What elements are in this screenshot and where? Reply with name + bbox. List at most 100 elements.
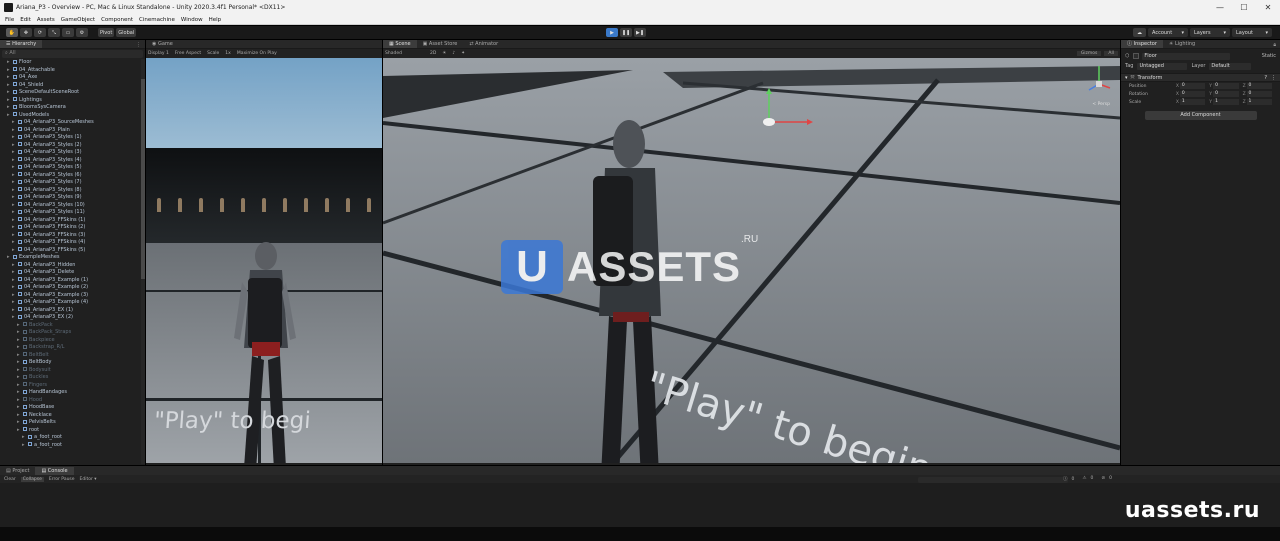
play-button[interactable]: ▶ bbox=[606, 28, 618, 37]
hierarchy-item[interactable]: ▸ 04_ArianaP3_Styles (8) bbox=[0, 187, 145, 195]
hierarchy-item[interactable]: ▸ a_foot_root bbox=[0, 442, 145, 450]
shading-dropdown[interactable]: Shaded bbox=[385, 51, 402, 56]
hierarchy-item[interactable]: ▸ Hood bbox=[0, 397, 145, 405]
pivot-toggle[interactable]: Pivot bbox=[98, 28, 115, 37]
hierarchy-item[interactable]: ▸ 04_Axe bbox=[0, 74, 145, 82]
tab-inspector[interactable]: ⓘ Inspector bbox=[1121, 40, 1163, 48]
hierarchy-item[interactable]: ▸ 04_ArianaP3_Example (1) bbox=[0, 277, 145, 285]
close-button[interactable]: ✕ bbox=[1256, 3, 1280, 12]
hierarchy-item[interactable]: ▸ Necklace bbox=[0, 412, 145, 420]
menu-assets[interactable]: Assets bbox=[37, 17, 55, 23]
hierarchy-item[interactable]: ▸ 04_ArianaP3_Styles (5) bbox=[0, 164, 145, 172]
hierarchy-item[interactable]: ▸ 04_ArianaP3_FFSkins (1) bbox=[0, 217, 145, 225]
display-dropdown[interactable]: Display 1 bbox=[148, 51, 169, 56]
hierarchy-item[interactable]: ▸ 04_ArianaP3_Styles (9) bbox=[0, 194, 145, 202]
hierarchy-item[interactable]: ▸ 04_ArianaP3_Styles (7) bbox=[0, 179, 145, 187]
hierarchy-item[interactable]: ▸ 04_ArianaP3_Example (2) bbox=[0, 284, 145, 292]
account-dropdown[interactable]: Account ▾ bbox=[1148, 28, 1188, 37]
rotate-tool-icon[interactable]: ⟳ bbox=[34, 28, 46, 37]
hierarchy-item[interactable]: ▸ 04_ArianaP3_Styles (1) bbox=[0, 134, 145, 142]
scene-search-input[interactable]: All bbox=[1104, 51, 1118, 56]
hierarchy-item[interactable]: ▸ 04_ArianaP3_EX (2) bbox=[0, 314, 145, 322]
transform-x-field[interactable]: 0 bbox=[1179, 83, 1206, 89]
menu-cinemachine[interactable]: Cinemachine bbox=[139, 17, 175, 23]
active-checkbox[interactable] bbox=[1133, 53, 1140, 59]
aspect-dropdown[interactable]: Free Aspect bbox=[175, 51, 201, 56]
transform-component-header[interactable]: ▾ ⤧ Transform ? ⋮ bbox=[1121, 73, 1280, 82]
console-search-input[interactable] bbox=[918, 477, 1068, 483]
rect-tool-icon[interactable]: ▭ bbox=[62, 28, 74, 37]
settings-icon[interactable]: ⋮ bbox=[1271, 75, 1276, 81]
hierarchy-item[interactable]: ▸ HoodBase bbox=[0, 404, 145, 412]
transform-z-field[interactable]: 0 bbox=[1246, 91, 1272, 97]
hierarchy-scrollbar[interactable] bbox=[141, 59, 145, 464]
hierarchy-item[interactable]: ▸ 04_ArianaP3_Styles (2) bbox=[0, 142, 145, 150]
transform-z-field[interactable]: 0 bbox=[1246, 83, 1272, 89]
maximize-button[interactable]: ☐ bbox=[1232, 3, 1256, 12]
transform-y-field[interactable]: 0 bbox=[1213, 91, 1239, 97]
hierarchy-item[interactable]: ▸ 04_ArianaP3_FFSkins (3) bbox=[0, 232, 145, 240]
scale-tool-icon[interactable]: ⤡ bbox=[48, 28, 60, 37]
hierarchy-item[interactable]: ▸ 04_ArianaP3_Delete bbox=[0, 269, 145, 277]
hierarchy-item[interactable]: ▸ 04_ArianaP3_Plain bbox=[0, 127, 145, 135]
hierarchy-item[interactable]: ▸ 04_ArianaP3_FFSkins (5) bbox=[0, 247, 145, 255]
hierarchy-item[interactable]: ▸ 04_ArianaP3_Styles (10) bbox=[0, 202, 145, 210]
hierarchy-item[interactable]: ▸ Bodysuit bbox=[0, 367, 145, 375]
scene-viewport[interactable]: < Persp U ASSETS .RU "Play" to begin bbox=[383, 58, 1120, 463]
hierarchy-item[interactable]: ▸ 04_ArianaP3_Styles (11) bbox=[0, 209, 145, 217]
hierarchy-item[interactable]: ▸ Backstrap_R/L bbox=[0, 344, 145, 352]
hierarchy-item[interactable]: ▸ ExampleMeshes bbox=[0, 254, 145, 262]
panel-menu-icon[interactable]: ⋮ bbox=[136, 42, 145, 48]
transform-z-field[interactable]: 1 bbox=[1246, 99, 1272, 105]
hierarchy-item[interactable]: ▸ 04_ArianaP3_Styles (6) bbox=[0, 172, 145, 180]
transform-y-field[interactable]: 0 bbox=[1213, 83, 1239, 89]
hierarchy-item[interactable]: ▸ BeltBody bbox=[0, 359, 145, 367]
lock-icon[interactable]: 🔒︎ bbox=[1273, 42, 1280, 48]
menu-component[interactable]: Component bbox=[101, 17, 133, 23]
hierarchy-item[interactable]: ▸ Fingers bbox=[0, 382, 145, 390]
tab-scene[interactable]: ▦ Scene bbox=[383, 40, 417, 48]
collapse-toggle[interactable]: Collapse bbox=[20, 476, 44, 482]
orientation-gizmo[interactable] bbox=[1086, 62, 1112, 102]
hierarchy-item[interactable]: ▸ Lightings bbox=[0, 97, 145, 105]
cloud-icon[interactable]: ☁ bbox=[1133, 28, 1146, 37]
object-name-field[interactable]: Floor bbox=[1142, 52, 1231, 60]
effects-toggle-icon[interactable]: ✦ bbox=[461, 51, 465, 56]
tab-hierarchy[interactable]: ☰ Hierarchy bbox=[0, 40, 43, 48]
hierarchy-item[interactable]: ▸ 04_Shield bbox=[0, 82, 145, 90]
hand-tool-icon[interactable]: ✋ bbox=[6, 28, 18, 37]
maximize-on-play-toggle[interactable]: Maximize On Play bbox=[237, 51, 277, 56]
help-icon[interactable]: ? bbox=[1264, 75, 1267, 81]
hierarchy-item[interactable]: ▸ 04_ArianaP3_FFSkins (2) bbox=[0, 224, 145, 232]
hierarchy-item[interactable]: ▸ 04_Attachable bbox=[0, 67, 145, 75]
tab-animator[interactable]: ⇄ Animator bbox=[463, 40, 504, 48]
hierarchy-item[interactable]: ▸ Buckles bbox=[0, 374, 145, 382]
hierarchy-item[interactable]: ▸ BeltBelt bbox=[0, 352, 145, 360]
transform-tool-icon[interactable]: ⚙ bbox=[76, 28, 88, 37]
info-count[interactable]: ⓘ 0 bbox=[1059, 476, 1074, 482]
layer-dropdown[interactable]: Default bbox=[1209, 62, 1252, 70]
menu-edit[interactable]: Edit bbox=[20, 17, 31, 23]
tab-console[interactable]: ▤ Console bbox=[35, 467, 74, 475]
hierarchy-item[interactable]: ▸ Floor bbox=[0, 59, 145, 67]
layout-dropdown[interactable]: Layout ▾ bbox=[1232, 28, 1272, 37]
scale-value[interactable]: 1x bbox=[225, 51, 231, 56]
error-count[interactable]: ⊘ 0 bbox=[1097, 476, 1112, 482]
hierarchy-item[interactable]: ▸ 04_ArianaP3_Hidden bbox=[0, 262, 145, 270]
hierarchy-item[interactable]: ▸ SceneDefaultSceneRoot bbox=[0, 89, 145, 97]
transform-gizmo[interactable] bbox=[753, 88, 813, 128]
menu-help[interactable]: Help bbox=[209, 17, 222, 23]
hierarchy-item[interactable]: ▸ a_foot_root bbox=[0, 434, 145, 442]
game-viewport[interactable]: "Play" to begi bbox=[146, 58, 382, 463]
hierarchy-item[interactable]: ▸ 04_ArianaP3_Styles (3) bbox=[0, 149, 145, 157]
error-pause-toggle[interactable]: Error Pause bbox=[49, 477, 75, 482]
menu-window[interactable]: Window bbox=[181, 17, 203, 23]
hierarchy-item[interactable]: ▸ HandBandages bbox=[0, 389, 145, 397]
menu-gameobject[interactable]: GameObject bbox=[61, 17, 95, 23]
global-toggle[interactable]: Global bbox=[116, 28, 137, 37]
pause-button[interactable]: ❚❚ bbox=[620, 28, 632, 37]
gizmos-dropdown[interactable]: Gizmos bbox=[1076, 51, 1102, 56]
hierarchy-item[interactable]: ▸ root bbox=[0, 427, 145, 435]
audio-toggle-icon[interactable]: ♪ bbox=[452, 51, 455, 56]
transform-y-field[interactable]: 1 bbox=[1213, 99, 1239, 105]
